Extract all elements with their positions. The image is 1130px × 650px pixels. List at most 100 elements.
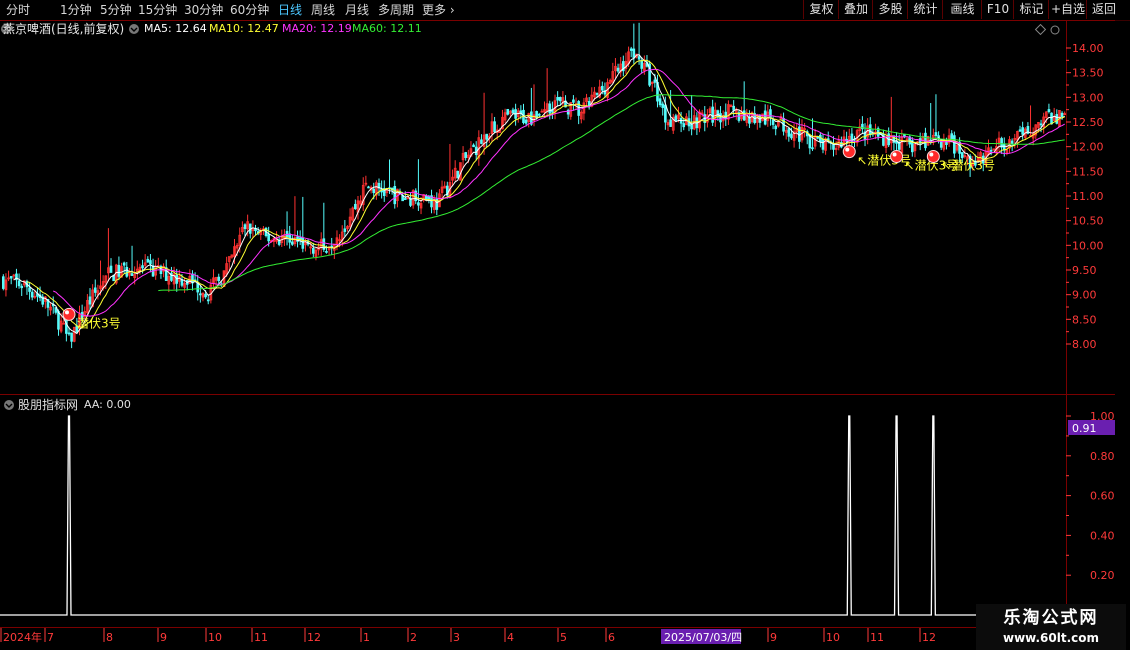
watermark-url: www.60lt.com <box>1002 631 1100 645</box>
candle-body <box>1 276 5 289</box>
date-label: 11 <box>870 631 884 644</box>
candle-body <box>616 67 620 72</box>
candle-body <box>658 98 662 106</box>
candle-body <box>832 143 835 150</box>
price-tick-label: 13.00 <box>1072 91 1104 104</box>
candle-body <box>277 240 281 245</box>
signal-marker <box>890 150 904 164</box>
candle-body <box>769 109 772 119</box>
candle-body <box>130 273 134 277</box>
candle-body <box>125 266 129 277</box>
ind-tick-label: 0.60 <box>1090 490 1115 503</box>
candle-body <box>367 186 370 189</box>
candle-body <box>109 265 113 273</box>
signal-label: 潜伏3号 <box>77 316 121 330</box>
ma-line-ma10 <box>26 59 1065 328</box>
date-label: 9 <box>770 631 777 644</box>
candle-body <box>1050 112 1053 125</box>
candle-body <box>480 139 483 144</box>
price-tick-label: 11.00 <box>1072 190 1104 203</box>
candle-body <box>20 285 24 289</box>
candle-body <box>669 119 672 127</box>
indicator-collapse-icon[interactable] <box>3 397 15 416</box>
candle-body <box>811 147 814 150</box>
ma-line-ma60 <box>158 94 1065 292</box>
candle-body <box>372 188 376 194</box>
candle-body <box>1039 123 1043 126</box>
candle-body <box>540 110 544 113</box>
candle-body <box>632 48 636 59</box>
ind-tick-label: 0.80 <box>1090 450 1115 463</box>
candle-body <box>819 134 822 143</box>
candle-body <box>493 121 496 133</box>
candle-body <box>600 85 604 91</box>
candle-body <box>640 60 644 69</box>
candle-body <box>595 93 599 95</box>
candle-body <box>577 101 580 116</box>
cursor-value: 0.91 <box>1072 422 1097 435</box>
candle-body <box>537 113 541 116</box>
candle-body <box>267 234 270 242</box>
candle-body <box>506 108 510 115</box>
candle-body <box>787 128 791 137</box>
candle-body <box>934 132 938 137</box>
candle-body <box>953 135 956 154</box>
candle-body <box>572 99 575 103</box>
price-tick-label: 13.50 <box>1072 67 1104 80</box>
candle-body <box>141 265 144 269</box>
price-tick-label: 10.50 <box>1072 215 1104 228</box>
candle-body <box>393 186 397 205</box>
signal-marker-highlight <box>845 147 850 152</box>
candle-body <box>9 276 13 279</box>
candle-body <box>790 133 793 139</box>
candle-body <box>724 111 728 120</box>
candle-body <box>196 282 200 293</box>
price-tick-label: 8.00 <box>1072 338 1097 351</box>
cursor-date: 2025/07/03/四 <box>664 631 742 644</box>
candle-body <box>556 97 559 101</box>
date-label: 2024年 <box>3 630 42 644</box>
ma-line-ma20 <box>52 68 1065 317</box>
ind-tick-label: 0.20 <box>1090 569 1115 582</box>
candle-body <box>653 79 657 83</box>
candle-body <box>403 198 407 200</box>
date-label: 12 <box>307 631 321 644</box>
date-label: 9 <box>160 631 167 644</box>
watermark-title: 乐淘公式网 <box>1003 608 1099 628</box>
candle-body <box>661 103 665 108</box>
candle-body <box>17 280 21 287</box>
price-tick-label: 8.50 <box>1072 313 1097 326</box>
candle-body <box>732 105 735 111</box>
date-label: 2 <box>410 631 417 644</box>
candle-body <box>682 123 686 128</box>
ma-line-ma5 <box>13 54 1066 335</box>
candle-body <box>146 258 150 263</box>
signal-marker-highlight <box>64 310 69 315</box>
watermark: 乐淘公式网 www.60lt.com <box>976 604 1126 650</box>
candle-body <box>1021 127 1024 135</box>
candle-body <box>117 264 121 277</box>
date-label: 10 <box>826 631 840 644</box>
candle-body <box>816 136 820 139</box>
candle-body <box>343 228 347 232</box>
candle-body <box>122 262 126 266</box>
circle-icon <box>1050 25 1060 35</box>
candle-body <box>93 287 97 293</box>
kline-chart[interactable]: 8.00 8.50 9.00 9.50 10.00 10.50 11.00 11.50 12.0… <box>0 0 1115 650</box>
candle-body <box>311 247 315 254</box>
candle-body <box>1010 140 1014 144</box>
candle-body <box>950 133 954 140</box>
price-tick-label: 11.50 <box>1072 165 1104 178</box>
candle-body <box>67 332 71 335</box>
candle-body <box>354 203 357 210</box>
candle-body <box>774 125 778 130</box>
candle-body <box>70 332 73 342</box>
candle-body <box>28 287 31 292</box>
price-tick-label: 12.50 <box>1072 116 1104 129</box>
candle-body <box>960 152 964 159</box>
date-label: 3 <box>453 631 460 644</box>
candle-body <box>290 241 294 245</box>
candle-body <box>199 293 202 296</box>
signal-marker <box>926 150 940 164</box>
candle-body <box>719 113 722 123</box>
